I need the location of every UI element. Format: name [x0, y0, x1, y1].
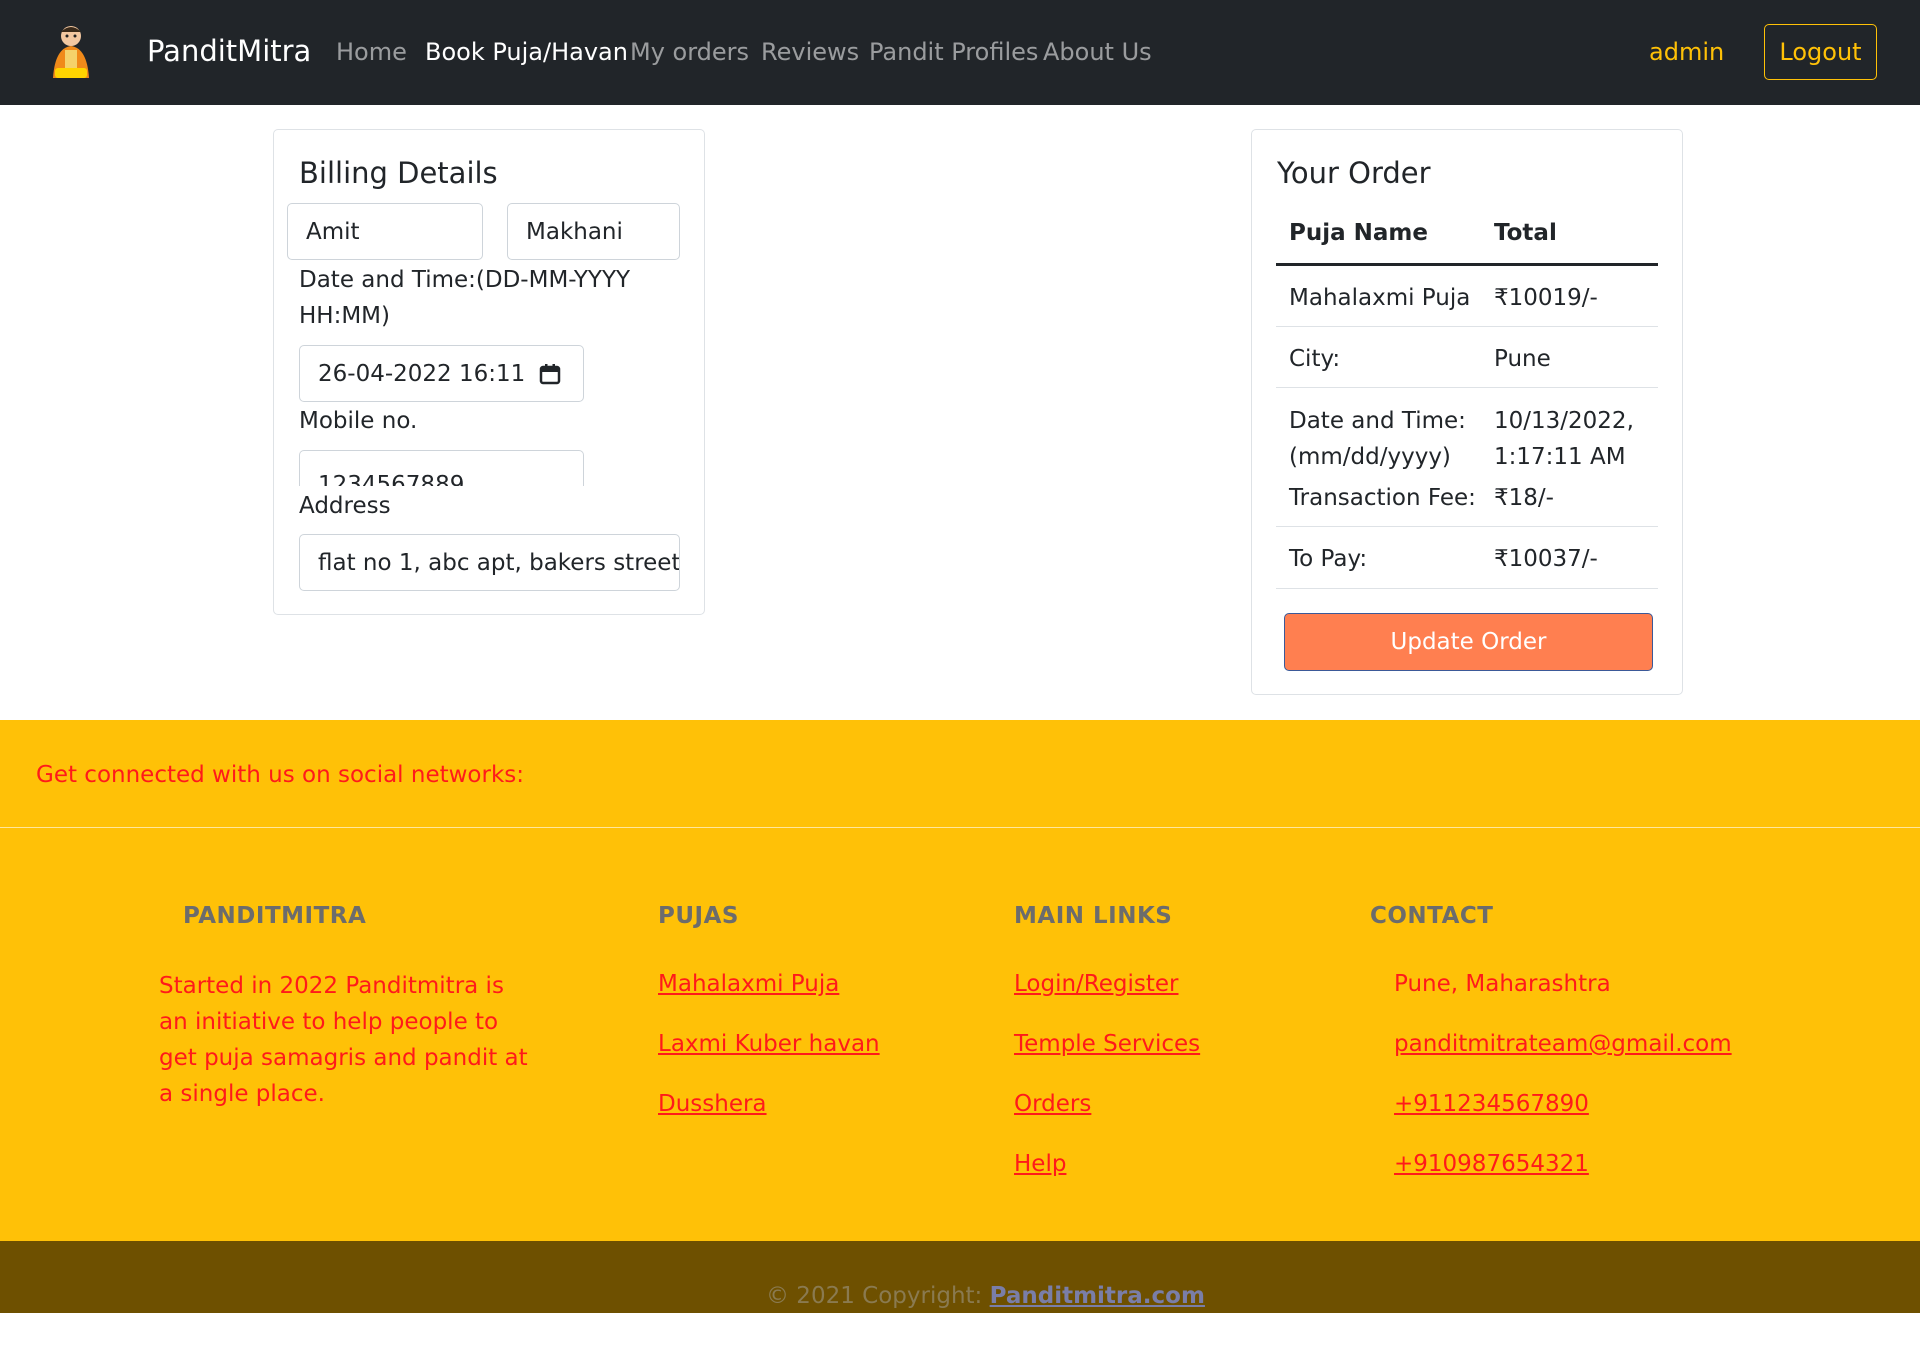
col-total: Total	[1494, 220, 1557, 246]
col-puja-name: Puja Name	[1289, 220, 1428, 246]
footer-link-laxmi-kuber-havan[interactable]: Laxmi Kuber havan	[658, 1031, 880, 1057]
nav-my-orders[interactable]: My orders	[630, 38, 749, 66]
nav-book-puja[interactable]: Book Puja/Havan	[425, 38, 628, 66]
city-value: Pune	[1494, 346, 1551, 372]
copyright-label: © 2021 Copyright:	[766, 1283, 990, 1309]
footer-link-dusshera[interactable]: Dusshera	[658, 1091, 767, 1117]
datetime-value-line2: 1:17:11 AM	[1494, 444, 1626, 470]
to-pay-value: ₹10037/-	[1494, 546, 1598, 572]
first-name-input[interactable]: Amit	[287, 203, 483, 260]
contact-heading: CONTACT	[1370, 903, 1494, 929]
order-title: Your Order	[1277, 156, 1431, 190]
contact-phone-2[interactable]: +910987654321	[1394, 1151, 1589, 1177]
update-order-button[interactable]: Update Order	[1284, 613, 1653, 671]
nav-home[interactable]: Home	[336, 38, 407, 66]
contact-phone-1[interactable]: +911234567890	[1394, 1091, 1589, 1117]
about-heading: PANDITMITRA	[183, 903, 367, 929]
last-name-input[interactable]: Makhani	[507, 203, 680, 260]
contact-email[interactable]: panditmitrateam@gmail.com	[1394, 1031, 1732, 1057]
footer-link-help[interactable]: Help	[1014, 1151, 1066, 1177]
row-divider	[1276, 588, 1658, 589]
pujas-heading: PUJAS	[658, 903, 739, 929]
mobile-value: 1234567889	[318, 472, 465, 486]
mobile-label: Mobile no.	[299, 408, 418, 434]
row-divider	[1276, 526, 1658, 527]
to-pay-label: To Pay:	[1289, 546, 1368, 572]
footer-link-mahalaxmi-puja[interactable]: Mahalaxmi Puja	[658, 971, 839, 997]
row-divider	[1276, 387, 1658, 388]
about-text: Started in 2022 Panditmitra is an initia…	[159, 973, 528, 1107]
navbar: PanditMitra Home Book Puja/Havan My orde…	[0, 0, 1920, 105]
fee-value: ₹18/-	[1494, 485, 1554, 511]
fee-label: Transaction Fee:	[1289, 485, 1476, 511]
user-name[interactable]: admin	[1649, 38, 1724, 66]
puja-total-cell: ₹10019/-	[1494, 285, 1598, 311]
copyright-bar: © 2021 Copyright: Panditmitra.com	[0, 1241, 1920, 1313]
datetime-label: Date and Time:(DD-MM-YYYY HH:MM)	[299, 267, 631, 329]
address-label: Address	[299, 493, 391, 519]
main-links-heading: MAIN LINKS	[1014, 903, 1173, 929]
footer-link-login-register[interactable]: Login/Register	[1014, 971, 1179, 997]
datetime-input[interactable]: 26-04-2022 16:11	[299, 345, 584, 402]
billing-title: Billing Details	[299, 156, 498, 190]
puja-name-cell: Mahalaxmi Puja	[1289, 285, 1471, 311]
mobile-input[interactable]: 1234567889	[299, 450, 584, 486]
contact-address: Pune, Maharashtra	[1394, 971, 1611, 997]
table-header-divider	[1276, 263, 1658, 266]
datetime-value-line1: 10/13/2022,	[1494, 408, 1634, 434]
footer-link-orders[interactable]: Orders	[1014, 1091, 1091, 1117]
social-text: Get connected with us on social networks…	[36, 762, 525, 788]
row-divider	[1276, 326, 1658, 327]
datetime-label-line2: (mm/dd/yyyy)	[1289, 444, 1451, 470]
nav-about-us[interactable]: About Us	[1043, 38, 1152, 66]
city-label: City:	[1289, 346, 1341, 372]
footer-main: PANDITMITRA Started in 2022 Panditmitra …	[0, 828, 1920, 1241]
calendar-icon[interactable]	[539, 363, 561, 385]
copyright-text: © 2021 Copyright: Panditmitra.com	[766, 1283, 1205, 1309]
nav-reviews[interactable]: Reviews	[761, 38, 859, 66]
billing-card: Billing Details Amit Makhani Date and Ti…	[273, 129, 705, 615]
address-input[interactable]: flat no 1, abc apt, bakers street, Ak	[299, 534, 680, 591]
footer-link-temple-services[interactable]: Temple Services	[1014, 1031, 1200, 1057]
order-card: Your Order Puja Name Total Mahalaxmi Puj…	[1251, 129, 1683, 695]
copyright-link[interactable]: Panditmitra.com	[990, 1283, 1205, 1309]
datetime-label-line1: Date and Time:	[1289, 408, 1466, 434]
pandit-logo-icon[interactable]	[45, 22, 97, 82]
brand-name[interactable]: PanditMitra	[147, 34, 311, 68]
social-bar: Get connected with us on social networks…	[0, 720, 1920, 828]
nav-pandit-profiles[interactable]: Pandit Profiles	[869, 38, 1038, 66]
datetime-value: 26-04-2022 16:11	[318, 360, 526, 387]
logout-button[interactable]: Logout	[1764, 24, 1877, 80]
